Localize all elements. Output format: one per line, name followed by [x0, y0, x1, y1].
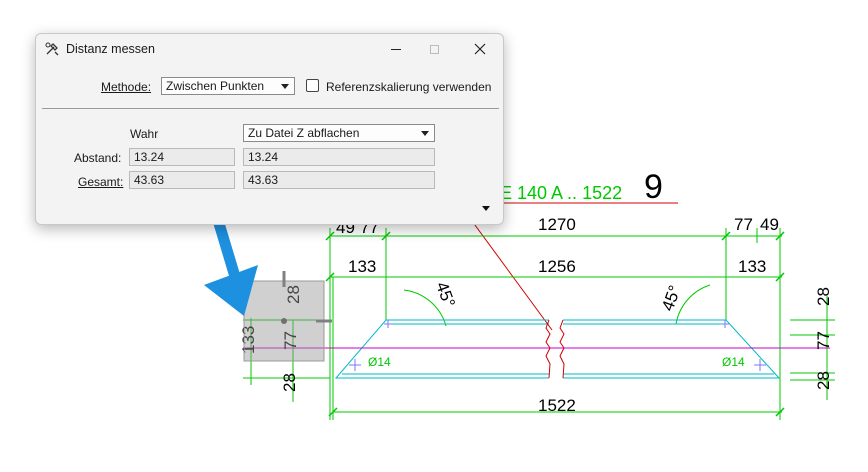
flatten-select-value: Zu Datei Z abflachen — [248, 126, 360, 140]
reference-scaling-label: Referenzskalierung verwenden — [326, 80, 492, 94]
dim-mid-right: 133 — [738, 257, 766, 276]
total-label: Gesamt: — [78, 175, 124, 189]
drawing-title: E 140 A .. 1522 — [500, 183, 622, 203]
chevron-down-icon — [281, 84, 289, 89]
distance-flat-field[interactable]: 13.24 — [243, 148, 435, 166]
break-line-right — [559, 319, 565, 379]
beam-outline — [334, 319, 781, 379]
method-select[interactable]: Zwischen Punkten — [161, 77, 295, 95]
locator-point — [281, 318, 287, 324]
dim-right-28-top: 28 — [814, 287, 833, 306]
total-flat-field[interactable]: 43.63 — [243, 171, 435, 189]
expand-arrow-icon[interactable] — [482, 206, 490, 211]
distance-true-field[interactable]: 13.24 — [129, 148, 235, 166]
dim-mid-left: 133 — [348, 257, 376, 276]
dim-left-28-bottom: 28 — [280, 373, 299, 392]
maximize-icon — [429, 44, 439, 54]
section-divider — [42, 108, 499, 109]
distance-label: Abstand: — [74, 151, 122, 165]
maximize-button[interactable] — [414, 36, 454, 62]
reference-scaling-checkbox[interactable] — [306, 79, 319, 92]
dialog-title: Distanz messen — [66, 42, 155, 56]
minimize-icon — [391, 48, 401, 50]
dia-left-label: Ø14 — [368, 355, 391, 369]
rebar-markers — [349, 320, 766, 371]
measure-distance-dialog[interactable]: Distanz messen Methode: Zwischen Punkten… — [35, 33, 504, 225]
total-true-field[interactable]: 43.63 — [129, 171, 235, 189]
minimize-button[interactable] — [376, 36, 416, 62]
measure-tool-icon — [45, 42, 59, 56]
dim-mid-center: 1256 — [538, 257, 576, 276]
close-button[interactable] — [460, 36, 500, 62]
flatten-select[interactable]: Zu Datei Z abflachen — [243, 124, 435, 142]
dim-top-right-a: 77 — [734, 215, 753, 234]
column-header-true: Wahr — [130, 127, 159, 141]
dim-bottom-total: 1522 — [538, 396, 576, 415]
dim-top-right-b: 49 — [760, 215, 779, 234]
dia-right-label: Ø14 — [722, 355, 745, 369]
dialog-titlebar[interactable]: Distanz messen — [36, 34, 503, 64]
sheet-number: 9 — [644, 168, 663, 206]
method-select-value: Zwischen Punkten — [166, 79, 265, 93]
break-line-left — [545, 319, 551, 379]
close-icon — [474, 43, 486, 55]
dim-angle-left: 45° — [432, 279, 459, 310]
dim-top-total: 1270 — [538, 215, 576, 234]
dim-right-77: 77 — [814, 331, 833, 350]
method-label: Methode: — [101, 80, 152, 94]
dim-right-28-bottom: 28 — [814, 371, 833, 390]
chevron-down-icon — [421, 131, 429, 136]
